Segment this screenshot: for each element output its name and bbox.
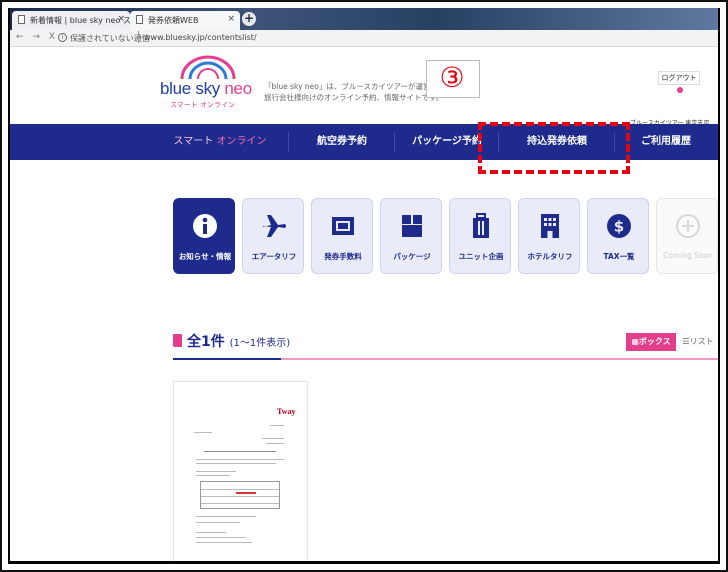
nav-item-usage-history[interactable]: ご利用履歴 [620, 124, 712, 160]
tile-ticket-fee[interactable]: 発券手数料 [311, 198, 373, 274]
tile-label: ユニット企画 [458, 252, 504, 261]
results-underline [173, 358, 718, 360]
info-icon[interactable]: i [58, 33, 67, 42]
close-tab-icon[interactable]: × [117, 14, 125, 24]
tile-air-tariff[interactable]: エアータリフ [242, 198, 304, 274]
document-brand: Tway [277, 407, 296, 416]
dollar-icon: $ [588, 211, 650, 241]
nav-brand[interactable]: スマート オンライン [160, 124, 280, 160]
logout-icon [676, 87, 683, 93]
logo-subtitle: スマート オンライン [170, 101, 236, 109]
tile-label: Coming Soon [663, 251, 713, 260]
document-table [200, 481, 280, 509]
browser-tab-ticketing[interactable]: 発券依頼WEB × [130, 11, 240, 30]
browser-tab-news[interactable]: 新着情報 | blue sky neo スマー × [12, 11, 130, 30]
plus-icon [657, 211, 718, 241]
step-marker-box: ③ [426, 60, 480, 98]
page-icon [18, 15, 25, 24]
tab-title: 新着情報 | blue sky neo スマー [30, 16, 130, 25]
tile-hotel-tariff[interactable]: ホテルタリフ [518, 198, 580, 274]
tab-strip: 新着情報 | blue sky neo スマー × 発券依頼WEB × + [10, 8, 718, 30]
hotel-icon [519, 211, 581, 241]
box-view-button[interactable]: ▦ボックス [626, 333, 676, 351]
list-view-button[interactable]: ☰リスト [678, 333, 718, 351]
highlight-annotation [478, 122, 630, 174]
airplane-icon [243, 211, 305, 241]
close-tab-icon[interactable]: × [227, 14, 235, 24]
nav-buttons[interactable]: ← → X [16, 32, 58, 42]
category-tiles: お知らせ・情報 エアータリフ 発券手数料 パッケージ ユニット企画 ホテルタリフ… [173, 198, 718, 274]
nav-item-air-booking[interactable]: 航空券予約 [290, 124, 394, 160]
nav-divider [394, 132, 395, 152]
result-count: 全1件 (1〜1件表示) [187, 334, 291, 350]
document-highlight [236, 492, 256, 494]
tile-label: 発券手数料 [324, 252, 362, 261]
site-header: blue sky neo スマート オンライン 「blue sky neo」は、… [10, 47, 718, 127]
document-card[interactable]: Tway [173, 381, 308, 561]
page-icon [136, 15, 143, 24]
tile-label: エアータリフ [251, 252, 297, 261]
step-number: ③ [439, 61, 465, 94]
site-tagline: 「blue sky neo」は、ブルースカイツアーが運営する 旅行会社様向けのオ… [264, 82, 446, 102]
tile-tax-list[interactable]: $ TAX一覧 [587, 198, 649, 274]
logo-swoosh-icon [180, 55, 236, 80]
logo-wordmark: blue sky neo [160, 79, 252, 98]
divider [138, 31, 139, 43]
package-icon [381, 211, 443, 241]
tab-title: 発券依頼WEB [148, 16, 199, 25]
tile-label: お知らせ・情報 [178, 252, 232, 261]
ticket-icon [312, 211, 374, 241]
bag-icon [173, 334, 182, 347]
tile-label: パッケージ [393, 252, 431, 261]
nav-divider [288, 132, 289, 152]
tile-label: TAX一覧 [603, 252, 635, 261]
browser-window: 新着情報 | blue sky neo スマー × 発券依頼WEB × + ← … [8, 8, 720, 564]
svg-text:$: $ [614, 218, 624, 236]
info-icon [174, 211, 236, 241]
luggage-icon [450, 211, 512, 241]
tile-coming-soon: Coming Soon [656, 198, 718, 274]
new-tab-button[interactable]: + [242, 12, 256, 26]
tile-label: ホテルタリフ [527, 252, 573, 261]
url-field[interactable]: www.bluesky.jp/contentslist/ [144, 33, 257, 42]
tile-unit-plan[interactable]: ユニット企画 [449, 198, 511, 274]
logout-button[interactable]: ログアウト [658, 71, 700, 93]
address-bar: ← → X i 保護されていない通信 www.bluesky.jp/conten… [10, 30, 718, 47]
site-logo[interactable]: blue sky neo スマート オンライン [160, 53, 255, 113]
tile-notices[interactable]: お知らせ・情報 [173, 198, 235, 274]
tile-package[interactable]: パッケージ [380, 198, 442, 274]
